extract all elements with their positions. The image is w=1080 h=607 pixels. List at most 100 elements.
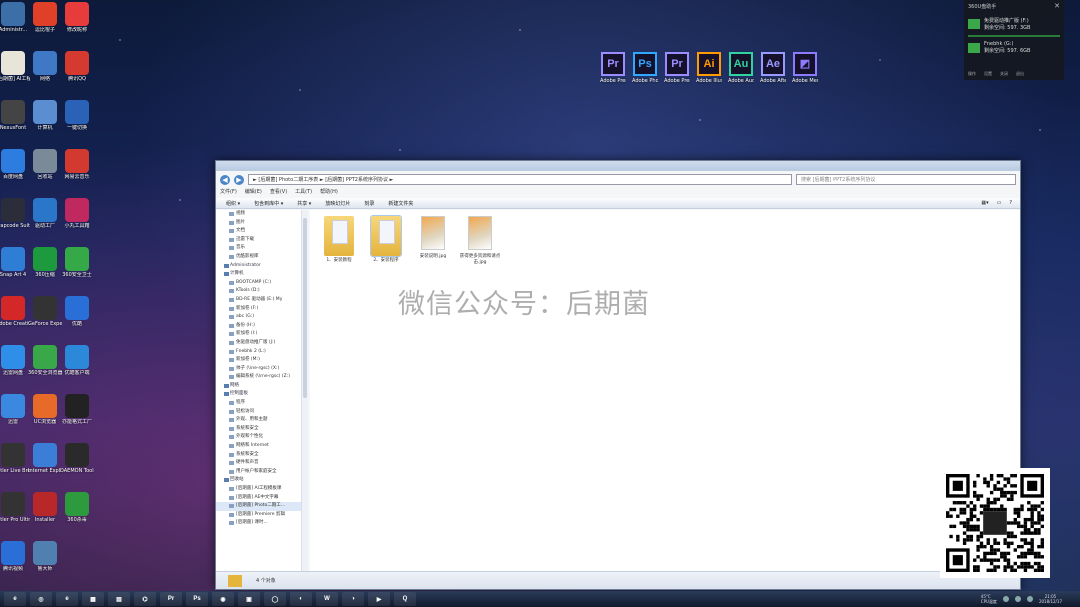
taskbar-app-button[interactable]: ▤ <box>108 592 130 606</box>
desktop-icon[interactable]: 计算机 <box>28 100 62 131</box>
desktop-icon[interactable]: 360安全浏览器 <box>28 345 62 376</box>
nav-item[interactable]: 外观和个性化 <box>216 433 301 442</box>
taskbar-app-button[interactable]: ▦ <box>82 592 104 606</box>
nav-item[interactable]: Administrator <box>216 262 301 271</box>
nav-item[interactable]: 程序 <box>216 399 301 408</box>
adobe-app-icon[interactable]: Pr Adobe Premiere ... <box>600 52 626 84</box>
adobe-app-icon[interactable]: Au Adobe Auditi... <box>728 52 754 84</box>
back-button[interactable]: ◀ <box>220 174 230 185</box>
adobe-app-icon[interactable]: Ps Adobe Photosh... <box>632 52 658 84</box>
nav-item[interactable]: 计算机 <box>216 270 301 279</box>
folder-item[interactable]: 1、安装教程 <box>316 212 362 264</box>
close-icon[interactable]: ✕ <box>1054 2 1060 10</box>
adobe-app-icon[interactable]: Ae Adobe After Effects CC ... <box>760 52 786 84</box>
widget-footer-button[interactable]: 设置 <box>984 71 992 77</box>
nav-item[interactable]: 新加卷 (I:) <box>216 330 301 339</box>
folder-item[interactable]: 2、安装程序 <box>363 212 409 264</box>
nav-item[interactable]: 文档 <box>216 227 301 236</box>
nav-item[interactable]: 新加卷 (M:) <box>216 356 301 365</box>
nav-item[interactable]: 备份 (H:) <box>216 322 301 331</box>
taskbar-app-button[interactable]: ⌬ <box>134 592 156 606</box>
desktop-icon[interactable]: Titler Pro Ultimate <box>0 492 30 523</box>
nav-scrollbar[interactable] <box>302 210 308 571</box>
desktop-icon[interactable]: [后期菌] AI工程... <box>0 51 30 82</box>
desktop-icon[interactable]: 鲁大师 <box>28 541 62 572</box>
desktop-icon[interactable]: Titler Live Broadcast <box>0 443 30 474</box>
menu-item[interactable]: 查看(V) <box>270 188 287 196</box>
nav-item[interactable]: 外观、用和主题 <box>216 416 301 425</box>
desktop-icon[interactable]: 优酷 <box>60 296 94 327</box>
desktop-icon[interactable]: NexusFont <box>0 100 30 131</box>
taskbar-app-button[interactable]: ▣ <box>238 592 260 606</box>
nav-item[interactable]: BOOTCAMP (C:) <box>216 279 301 288</box>
widget-footer-button[interactable]: 退出 <box>1016 71 1024 77</box>
toolbar-button[interactable]: 放映幻灯片 <box>325 200 350 207</box>
desktop-icon[interactable]: 逗比棍子 <box>28 2 62 33</box>
nav-item[interactable]: Fnebhk 2 (L:) <box>216 348 301 357</box>
nav-item[interactable]: 新加卷 (F:) <box>216 305 301 314</box>
taskbar-app-button[interactable]: Ps <box>186 592 208 606</box>
preview-pane-icon[interactable]: ▭ <box>997 200 1002 206</box>
widget-footer-button[interactable]: 关闭 <box>1000 71 1008 77</box>
network-icon[interactable] <box>1002 596 1009 602</box>
nav-item[interactable]: 迅雷下载 <box>216 236 301 245</box>
taskbar-app-button[interactable]: Pr <box>160 592 182 606</box>
desktop-icon[interactable]: Adobe Creati... <box>0 296 30 327</box>
desktop-icon[interactable]: Administr... <box>0 2 30 33</box>
nav-item[interactable]: 系统和安全 <box>216 425 301 434</box>
nav-item[interactable]: 编辑系统 (\\rne-rgsc) (Z:) <box>216 373 301 382</box>
volume-icon[interactable] <box>1014 596 1021 602</box>
desktop-icon[interactable]: 一键切换 <box>60 100 94 131</box>
image-file-item[interactable]: 安装说明.jpg <box>410 212 456 260</box>
desktop-icon[interactable]: 360压缩 <box>28 247 62 278</box>
desktop-icon[interactable]: 网易云音乐 <box>60 149 94 180</box>
nav-item[interactable]: 帅子 (\\ne-rgsc) (X:) <box>216 365 301 374</box>
toolbar-button[interactable]: 共享 ▾ <box>297 200 311 207</box>
menu-item[interactable]: 工具(T) <box>295 188 312 196</box>
adobe-app-icon[interactable]: Pr Adobe Premiere ... <box>664 52 690 84</box>
desktop-icon[interactable]: 腾讯QQ <box>60 51 94 82</box>
nav-item[interactable]: BD-RE 驱动器 (E:) My <box>216 296 301 305</box>
adobe-app-icon[interactable]: ◩ Adobe Media Enc... <box>792 52 818 84</box>
taskbar-app-button[interactable]: ◎ <box>30 592 52 606</box>
desktop-icon[interactable]: UC浏览器 <box>28 394 62 425</box>
nav-item[interactable]: 优酷影视库 <box>216 253 301 262</box>
taskbar-app-button[interactable]: W <box>316 592 338 606</box>
window-titlebar[interactable] <box>216 161 1020 171</box>
desktop-icon[interactable]: 网络 <box>28 51 62 82</box>
forward-button[interactable]: ▶ <box>234 174 244 185</box>
toolbar-button[interactable]: 新建文件夹 <box>388 200 413 207</box>
adobe-app-icon[interactable]: Ai Adobe Illustrato... <box>696 52 722 84</box>
nav-item[interactable]: 硬件和声音 <box>216 459 301 468</box>
address-bar[interactable]: ► [后期菌] Photo二期工序表 ► [后期菌] PPT2系统序列协议 ► <box>248 174 792 185</box>
menu-item[interactable]: 文件(F) <box>220 188 237 196</box>
nav-item[interactable]: KTools (D:) <box>216 287 301 296</box>
toolbar-button[interactable]: 包含到库中 ▾ <box>254 200 283 207</box>
desktop-icon[interactable]: Internet Explorer <box>28 443 62 474</box>
taskbar-app-button[interactable]: ◐ <box>290 592 312 606</box>
nav-item[interactable]: 视频 <box>216 210 301 219</box>
desktop-icon[interactable]: 迅雷网盘 <box>0 345 30 376</box>
desktop-icon[interactable]: Trapcode Suite 12.1... <box>0 198 30 229</box>
desktop-icon[interactable]: GeForce Experience <box>28 296 62 327</box>
input-method-icon[interactable] <box>1026 596 1033 602</box>
scroll-thumb[interactable] <box>303 218 307 398</box>
nav-item[interactable]: 音乐 <box>216 244 301 253</box>
view-options-icon[interactable]: ▦▾ <box>981 200 988 206</box>
desktop-icon[interactable]: 亦能格式工厂 <box>60 394 94 425</box>
help-icon[interactable]: ? <box>1009 200 1012 206</box>
taskbar-app-button[interactable]: ◑ <box>342 592 364 606</box>
desktop-icon[interactable]: 修改昵称 <box>60 2 94 33</box>
desktop-icon[interactable]: 360杀毒 <box>60 492 94 523</box>
nav-item[interactable]: [后期菌] Premiere 剪辑 <box>216 511 301 520</box>
nav-item[interactable]: [后期菌] AE中文字幕 <box>216 494 301 503</box>
nav-item[interactable]: 轻松访问 <box>216 408 301 417</box>
nav-item[interactable]: 图片 <box>216 219 301 228</box>
menu-item[interactable]: 编辑(E) <box>245 188 262 196</box>
toolbar-button[interactable]: 组织 ▾ <box>226 200 240 207</box>
nav-item[interactable]: 网络 <box>216 382 301 391</box>
desktop-icon[interactable]: 驱动工厂 <box>28 198 62 229</box>
desktop-icon[interactable]: DAEMON Tools Lite <box>60 443 94 474</box>
taskbar-app-button[interactable]: ▶ <box>368 592 390 606</box>
desktop-icon[interactable]: Snap Art 4 <box>0 247 30 278</box>
